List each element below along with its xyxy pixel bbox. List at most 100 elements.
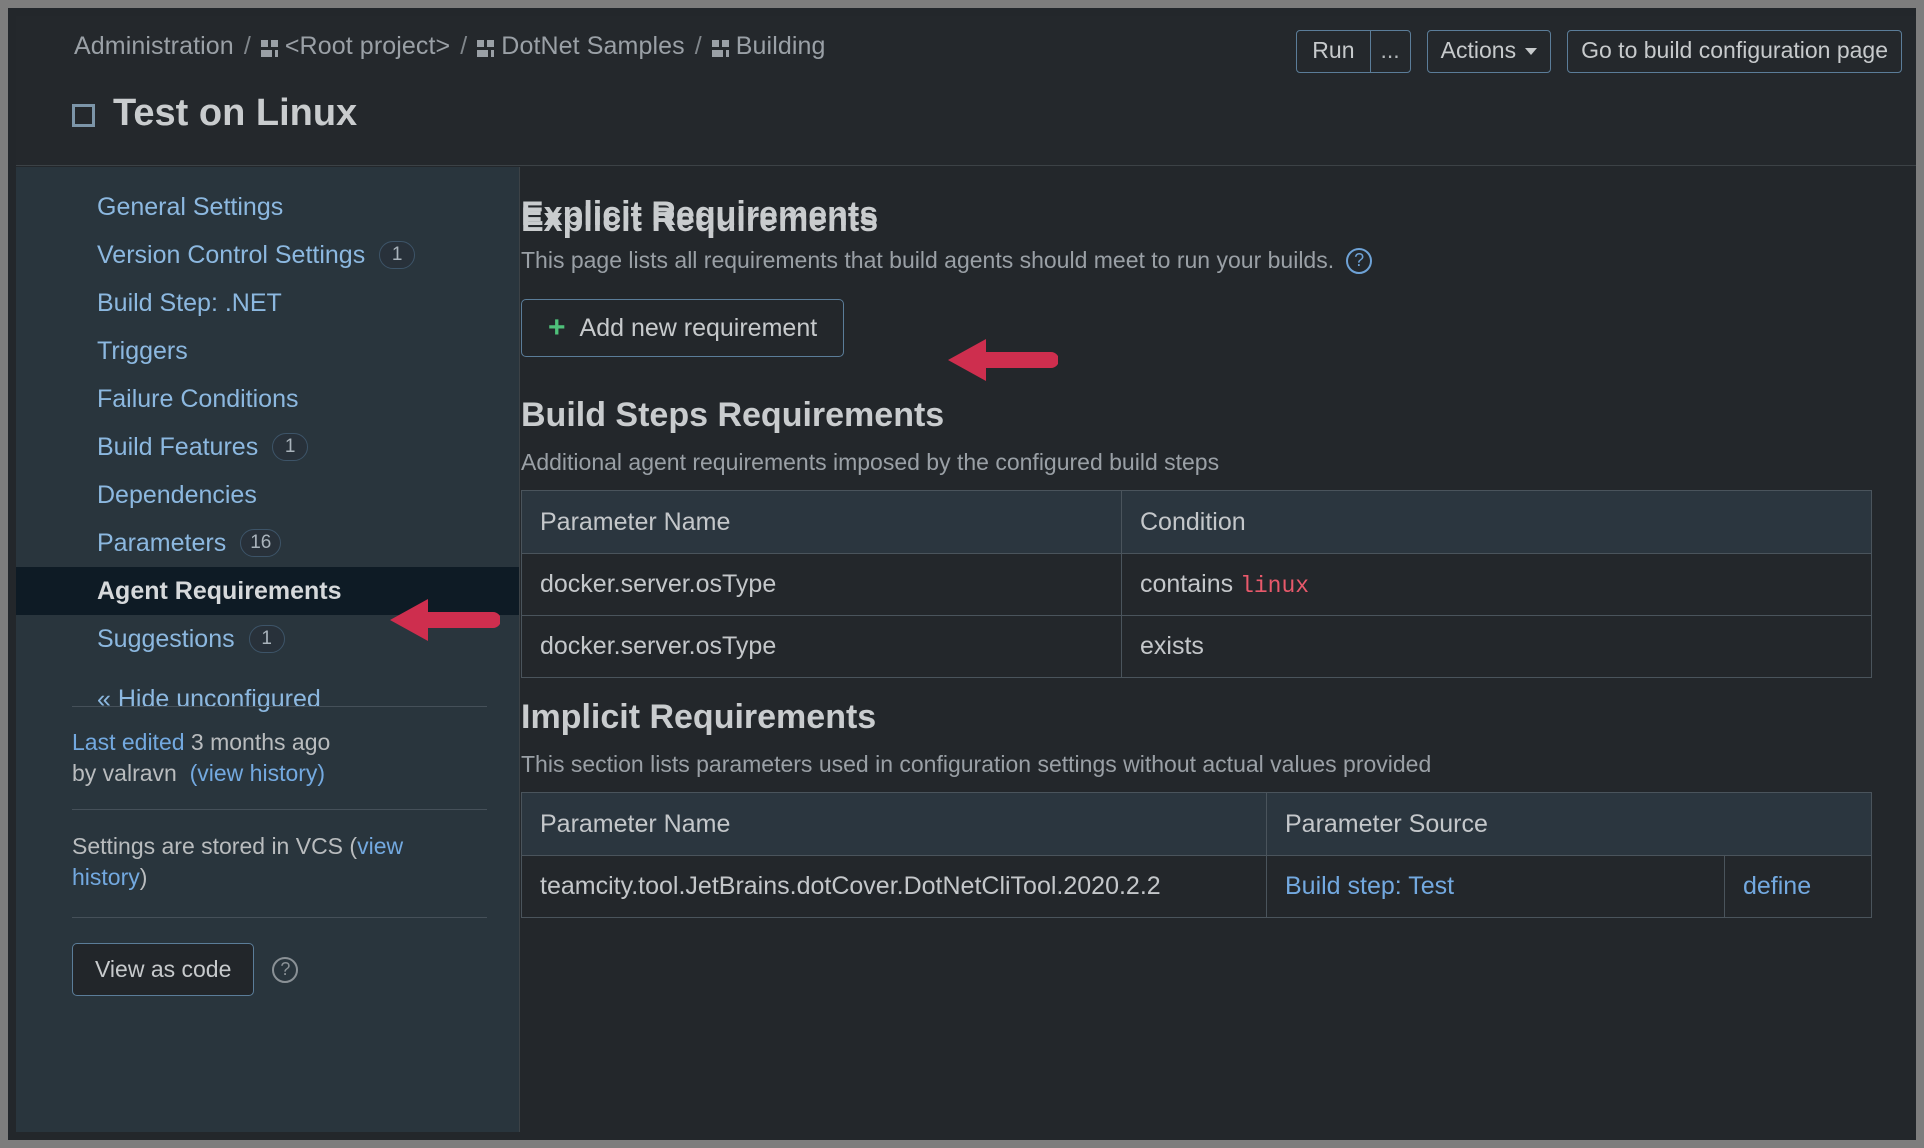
column-header-parameter-source: Parameter Source [1266,792,1872,856]
settings-sidebar: General Settings Version Control Setting… [16,167,520,1132]
condition-operator: contains [1140,570,1241,598]
column-header-parameter-name: Parameter Name [521,792,1267,856]
actions-button-label: Actions [1440,37,1517,63]
sidebar-item-label: Version Control Settings [97,240,366,269]
sidebar-item-triggers[interactable]: Triggers [16,327,519,375]
sidebar-item-dependencies[interactable]: Dependencies [16,471,519,519]
page-title: Test on Linux [72,92,357,135]
sidebar-item-general-settings[interactable]: General Settings [16,183,519,231]
cell-define-action: define [1724,855,1872,918]
requirements-content: Explicit Requirements This page lists al… [521,167,1908,1132]
explicit-description-row: This page lists all requirements that bu… [521,247,1373,274]
vcs-storage-text-suffix: ) [139,864,148,890]
view-as-code-button[interactable]: View as code [72,943,255,996]
sidebar-item-parameters[interactable]: Parameters 16 [16,519,519,567]
question-mark-icon[interactable]: ? [1346,247,1373,274]
sidebar-item-label: Build Step: .NET [97,288,282,317]
breadcrumb-separator: / [694,32,702,60]
cell-condition: exists [1121,615,1872,678]
sidebar-item-badge: 1 [248,625,285,653]
project-icon [260,40,278,57]
sidebar-item-failure-conditions[interactable]: Failure Conditions [16,375,519,423]
add-new-requirement-button[interactable]: + Add new requirement [521,299,845,357]
last-edited-link[interactable]: Last edited [72,729,185,755]
sidebar-divider [72,706,487,707]
plus-icon: + [548,311,566,344]
go-to-build-configuration-page-button[interactable]: Go to build configuration page [1567,30,1902,73]
column-header-condition: Condition [1121,490,1872,554]
sidebar-item-agent-requirements[interactable]: Agent Requirements [16,567,519,615]
sidebar-item-build-features[interactable]: Build Features 1 [16,423,519,471]
last-edited-when: 3 months ago [190,729,331,755]
sidebar-item-version-control-settings[interactable]: Version Control Settings 1 [16,231,519,279]
sidebar-item-badge: 1 [272,433,309,461]
cell-parameter-source: Build step: Test [1266,855,1725,918]
table-row: docker.server.osType contains linux [521,553,1872,616]
page-title-text: Test on Linux [113,92,358,134]
sidebar-item-label: Dependencies [97,480,257,509]
run-button-group: Run ... [1296,30,1411,73]
actions-button[interactable]: Actions [1426,30,1552,73]
build-steps-description: Additional agent requirements imposed by… [521,449,1220,475]
breadcrumb-item-root-project[interactable]: <Root project> [285,32,450,61]
sidebar-item-badge: 16 [240,529,282,557]
cell-condition: contains linux [1121,553,1872,616]
build-step-link[interactable]: Build step: Test [1285,872,1454,900]
table-row: docker.server.osType exists [521,615,1872,678]
implicit-description: This section lists parameters used in co… [521,751,1432,777]
settings-nav: General Settings Version Control Setting… [16,183,519,714]
main-content: Explicit Requirements Explicit Requireme… [521,167,1908,1132]
implicit-title: Implicit Requirements [521,698,877,736]
sidebar-item-suggestions[interactable]: Suggestions 1 [16,615,519,663]
run-button[interactable]: Run [1297,31,1369,72]
teamcity-agent-requirements-page: Administration / <Root project> / DotNet… [0,0,1924,1148]
breadcrumb-separator: / [243,32,251,60]
project-icon [711,40,729,57]
vcs-storage-text: Settings are stored in VCS ( [72,833,358,859]
sidebar-item-label: Suggestions [97,624,235,653]
table-row: teamcity.tool.JetBrains.dotCover.DotNetC… [521,855,1872,918]
view-as-code-block: View as code ? [72,943,299,996]
sidebar-divider [72,917,487,918]
view-history-link[interactable]: (view history) [190,760,325,786]
breadcrumb-item-administration[interactable]: Administration [74,32,234,61]
build-steps-title: Build Steps Requirements [521,396,945,434]
sidebar-divider [72,809,487,810]
breadcrumb-item-building[interactable]: Building [736,32,826,61]
page-header: Administration / <Root project> / DotNet… [16,16,1916,166]
sidebar-item-label: Triggers [97,336,188,365]
explicit-description: This page lists all requirements that bu… [521,247,1335,273]
sidebar-item-build-step-net[interactable]: Build Step: .NET [16,279,519,327]
question-mark-icon[interactable]: ? [272,956,299,983]
build-configuration-icon [72,104,95,127]
run-options-button[interactable]: ... [1369,31,1410,72]
add-new-requirement-label: Add new requirement [579,313,818,342]
breadcrumb-separator: / [460,32,468,60]
last-edited-block: Last edited 3 months ago by valravn (vie… [72,727,472,789]
breadcrumb: Administration / <Root project> / DotNet… [74,32,826,61]
cell-parameter-name: docker.server.osType [521,615,1122,678]
condition-operator: exists [1140,632,1204,660]
vcs-storage-block: Settings are stored in VCS (view history… [72,831,452,893]
sidebar-item-label: General Settings [97,192,284,221]
chevron-down-icon [1525,48,1538,55]
sidebar-item-label: Agent Requirements [97,576,342,605]
explicit-title: Explicit Requirements [521,195,879,233]
last-edited-by: by valravn [72,760,177,786]
condition-value: linux [1240,573,1310,599]
table-header-row: Parameter Name Condition [521,490,1872,554]
cell-parameter-name: teamcity.tool.JetBrains.dotCover.DotNetC… [521,855,1267,918]
sidebar-item-label: Parameters [97,528,227,557]
cell-parameter-name: docker.server.osType [521,553,1122,616]
sidebar-item-label: Failure Conditions [97,384,299,413]
project-icon [477,40,495,57]
header-actions: Run ... Actions Go to build configuratio… [1296,30,1902,73]
implicit-requirements-table: Parameter Name Parameter Source teamcity… [521,792,1872,918]
define-link[interactable]: define [1743,872,1811,900]
hide-unconfigured-link[interactable]: « Hide unconfigured [16,685,519,714]
build-steps-requirements-table: Parameter Name Condition docker.server.o… [521,490,1872,678]
column-header-parameter-name: Parameter Name [521,490,1122,554]
table-header-row: Parameter Name Parameter Source [521,792,1872,856]
sidebar-item-label: Build Features [97,432,259,461]
breadcrumb-item-dotnet-samples[interactable]: DotNet Samples [501,32,684,61]
